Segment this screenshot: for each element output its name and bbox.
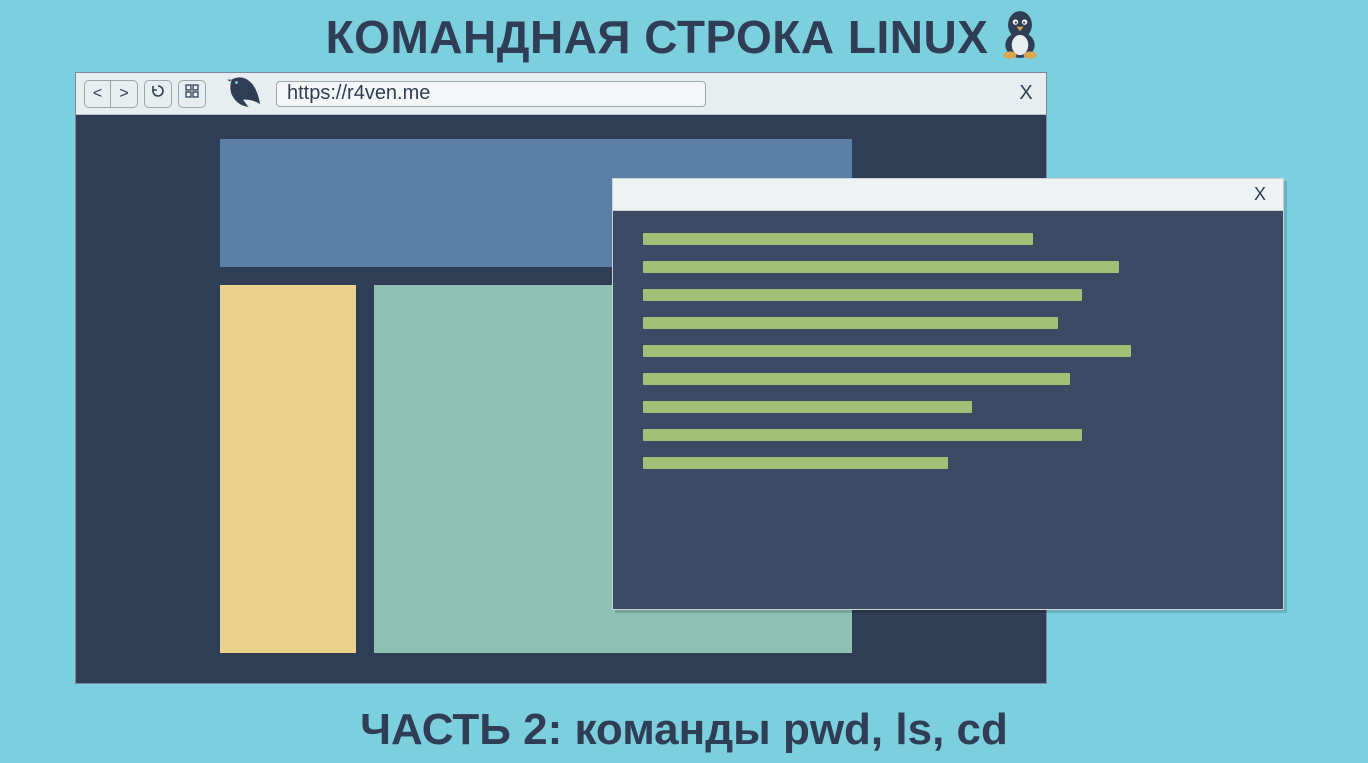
back-button[interactable]: < (85, 81, 111, 107)
extra-button[interactable] (178, 80, 206, 108)
browser-toolbar: < > X (76, 73, 1046, 115)
footer: ЧАСТЬ 2: команды pwd, ls, cd (0, 705, 1368, 755)
terminal-output-line (643, 373, 1070, 385)
tux-icon (998, 8, 1042, 65)
reload-icon (150, 83, 166, 104)
grid-icon (185, 84, 199, 103)
terminal-output-line (643, 261, 1119, 273)
reload-button[interactable] (144, 80, 172, 108)
terminal-output-line (643, 457, 948, 469)
sidebar-block (220, 285, 356, 653)
terminal-body (613, 211, 1283, 507)
terminal-output-line (643, 289, 1082, 301)
address-bar[interactable] (276, 81, 706, 107)
header: КОМАНДНАЯ СТРОКА LINUX (0, 8, 1368, 65)
forward-button[interactable]: > (111, 81, 137, 107)
raven-icon (212, 74, 264, 113)
nav-back-forward: < > (84, 80, 138, 108)
terminal-output-line (643, 317, 1058, 329)
page-title: КОМАНДНАЯ СТРОКА LINUX (326, 10, 989, 64)
browser-close-button[interactable]: X (1014, 82, 1038, 106)
terminal-window: X (612, 178, 1284, 610)
terminal-output-line (643, 345, 1131, 357)
page-subtitle: ЧАСТЬ 2: команды pwd, ls, cd (360, 705, 1008, 754)
terminal-close-button[interactable]: X (1249, 184, 1271, 206)
terminal-output-line (643, 401, 972, 413)
terminal-titlebar: X (613, 179, 1283, 211)
terminal-output-line (643, 233, 1033, 245)
terminal-output-line (643, 429, 1082, 441)
